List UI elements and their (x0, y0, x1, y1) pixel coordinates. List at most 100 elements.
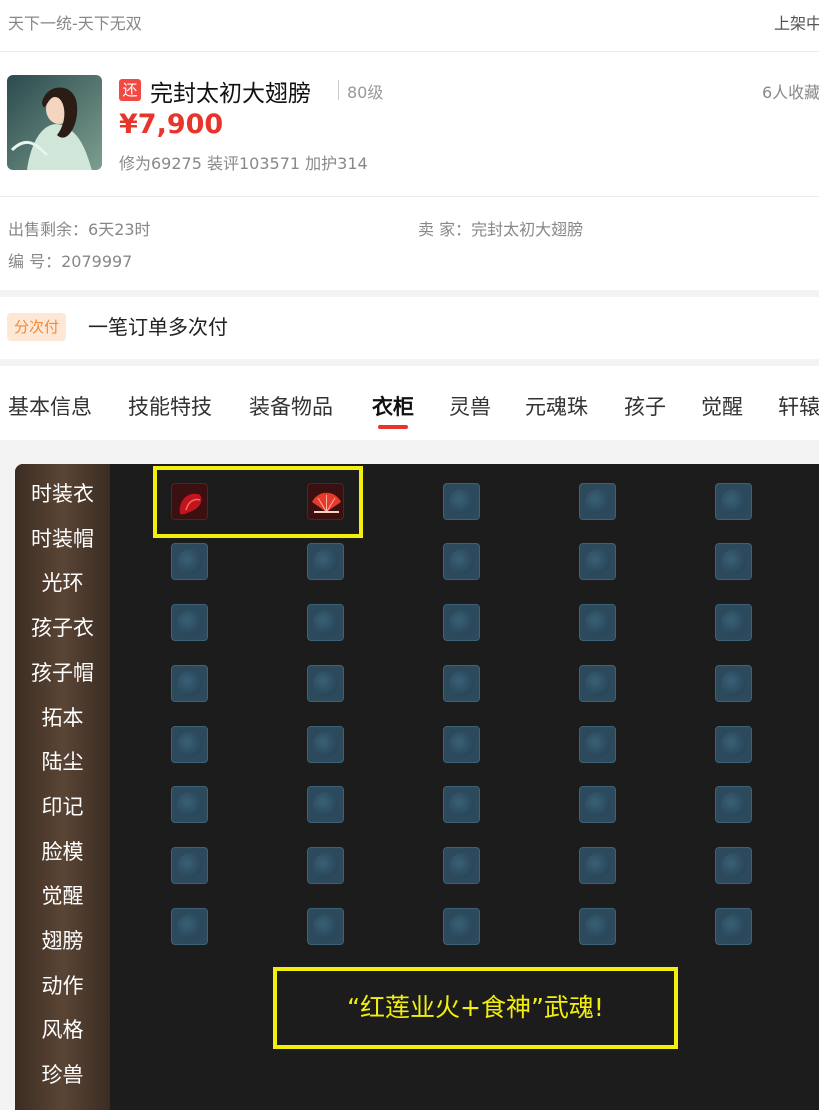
empty-wardrobe-slot[interactable] (715, 483, 752, 520)
tab-children[interactable]: 孩子 (624, 391, 666, 421)
empty-wardrobe-slot[interactable] (715, 665, 752, 702)
empty-wardrobe-slot[interactable] (443, 908, 480, 945)
active-tab-indicator (378, 425, 408, 429)
empty-wardrobe-slot[interactable] (307, 847, 344, 884)
favorites-count[interactable]: 6人收藏 (762, 79, 819, 103)
empty-slot-icon (313, 549, 338, 574)
empty-wardrobe-slot[interactable] (171, 908, 208, 945)
empty-wardrobe-slot[interactable] (715, 786, 752, 823)
time-left: 出售剩余：6天23时 (8, 216, 151, 240)
empty-slot-icon (585, 610, 610, 635)
wardrobe-category[interactable]: 孩子衣 (15, 615, 110, 641)
wardrobe-category[interactable]: 珍兽 (15, 1062, 110, 1088)
empty-wardrobe-slot[interactable] (171, 665, 208, 702)
empty-slot-icon (721, 489, 746, 514)
empty-slot-icon (721, 732, 746, 757)
wardrobe-category[interactable]: 风格 (15, 1017, 110, 1043)
wardrobe-category[interactable]: 动作 (15, 973, 110, 999)
empty-slot-icon (177, 671, 202, 696)
empty-slot-icon (721, 610, 746, 635)
annotation-text: “红莲业火+食神”武魂! (347, 993, 604, 1022)
tab-basic-info[interactable]: 基本信息 (8, 391, 92, 421)
empty-wardrobe-slot[interactable] (443, 847, 480, 884)
wardrobe-category[interactable]: 翅膀 (15, 928, 110, 954)
empty-wardrobe-slot[interactable] (579, 604, 616, 641)
wardrobe-category[interactable]: 脸模 (15, 839, 110, 865)
wardrobe-category[interactable]: 时装帽 (15, 526, 110, 552)
empty-slot-icon (313, 853, 338, 878)
empty-wardrobe-slot[interactable] (715, 543, 752, 580)
installment-tag: 分次付 (7, 313, 67, 341)
wardrobe-category[interactable]: 觉醒 (15, 883, 110, 909)
time-left-label: 出售剩余： (8, 220, 89, 239)
seller-label: 卖 家： (418, 220, 472, 239)
detail-tabs: 基本信息 技能特技 装备物品 衣柜 灵兽 元魂珠 孩子 觉醒 轩辕 (0, 366, 819, 440)
empty-wardrobe-slot[interactable] (579, 847, 616, 884)
divider (0, 196, 819, 197)
empty-wardrobe-slot[interactable] (443, 786, 480, 823)
time-left-value: 6天23时 (88, 220, 151, 239)
empty-slot-icon (449, 671, 474, 696)
empty-wardrobe-slot[interactable] (171, 786, 208, 823)
empty-wardrobe-slot[interactable] (579, 786, 616, 823)
wardrobe-panel: 时装衣时装帽光环孩子衣孩子帽拓本陆尘印记脸模觉醒翅膀动作风格珍兽 “红莲业火+食… (15, 464, 819, 1110)
wardrobe-category[interactable]: 印记 (15, 794, 110, 820)
empty-wardrobe-slot[interactable] (443, 665, 480, 702)
tab-xuanyuan[interactable]: 轩辕 (778, 391, 819, 421)
empty-slot-icon (721, 853, 746, 878)
installment-banner[interactable]: 分次付 一笔订单多次付 (0, 297, 819, 359)
tab-awakening[interactable]: 觉醒 (701, 391, 743, 421)
empty-wardrobe-slot[interactable] (307, 908, 344, 945)
annotation-box: “红莲业火+食神”武魂! (273, 967, 678, 1049)
divider (0, 51, 819, 52)
empty-wardrobe-slot[interactable] (307, 543, 344, 580)
empty-wardrobe-slot[interactable] (579, 726, 616, 763)
empty-slot-icon (449, 732, 474, 757)
empty-slot-icon (449, 549, 474, 574)
empty-wardrobe-slot[interactable] (715, 847, 752, 884)
empty-slot-icon (449, 610, 474, 635)
empty-wardrobe-slot[interactable] (171, 543, 208, 580)
empty-slot-icon (449, 792, 474, 817)
empty-slot-icon (313, 610, 338, 635)
empty-wardrobe-slot[interactable] (171, 604, 208, 641)
listing-id-value: 2079997 (61, 252, 133, 271)
empty-slot-icon (177, 610, 202, 635)
return-badge: 还 (119, 79, 141, 101)
empty-slot-icon (177, 792, 202, 817)
tab-equipment[interactable]: 装备物品 (249, 391, 333, 421)
empty-wardrobe-slot[interactable] (171, 726, 208, 763)
tab-pets[interactable]: 灵兽 (449, 391, 491, 421)
empty-wardrobe-slot[interactable] (307, 665, 344, 702)
empty-wardrobe-slot[interactable] (579, 908, 616, 945)
wardrobe-category[interactable]: 陆尘 (15, 749, 110, 775)
empty-wardrobe-slot[interactable] (307, 726, 344, 763)
installment-text: 一笔订单多次付 (88, 315, 228, 339)
tab-skills[interactable]: 技能特技 (128, 391, 212, 421)
empty-slot-icon (449, 914, 474, 939)
tab-soul-beads[interactable]: 元魂珠 (525, 391, 588, 421)
empty-wardrobe-slot[interactable] (307, 604, 344, 641)
empty-wardrobe-slot[interactable] (579, 483, 616, 520)
empty-slot-icon (721, 914, 746, 939)
wardrobe-category[interactable]: 拓本 (15, 705, 110, 731)
empty-wardrobe-slot[interactable] (579, 543, 616, 580)
empty-wardrobe-slot[interactable] (307, 786, 344, 823)
empty-wardrobe-slot[interactable] (579, 665, 616, 702)
character-avatar[interactable] (7, 75, 102, 170)
empty-wardrobe-slot[interactable] (443, 483, 480, 520)
wardrobe-category[interactable]: 孩子帽 (15, 660, 110, 686)
wardrobe-category[interactable]: 时装衣 (15, 481, 110, 507)
empty-wardrobe-slot[interactable] (715, 908, 752, 945)
empty-slot-icon (721, 671, 746, 696)
empty-wardrobe-slot[interactable] (715, 604, 752, 641)
empty-slot-icon (721, 792, 746, 817)
empty-wardrobe-slot[interactable] (443, 726, 480, 763)
tab-wardrobe[interactable]: 衣柜 (372, 391, 414, 421)
empty-slot-icon (313, 671, 338, 696)
empty-wardrobe-slot[interactable] (443, 543, 480, 580)
empty-wardrobe-slot[interactable] (443, 604, 480, 641)
empty-wardrobe-slot[interactable] (171, 847, 208, 884)
empty-wardrobe-slot[interactable] (715, 726, 752, 763)
wardrobe-category[interactable]: 光环 (15, 570, 110, 596)
